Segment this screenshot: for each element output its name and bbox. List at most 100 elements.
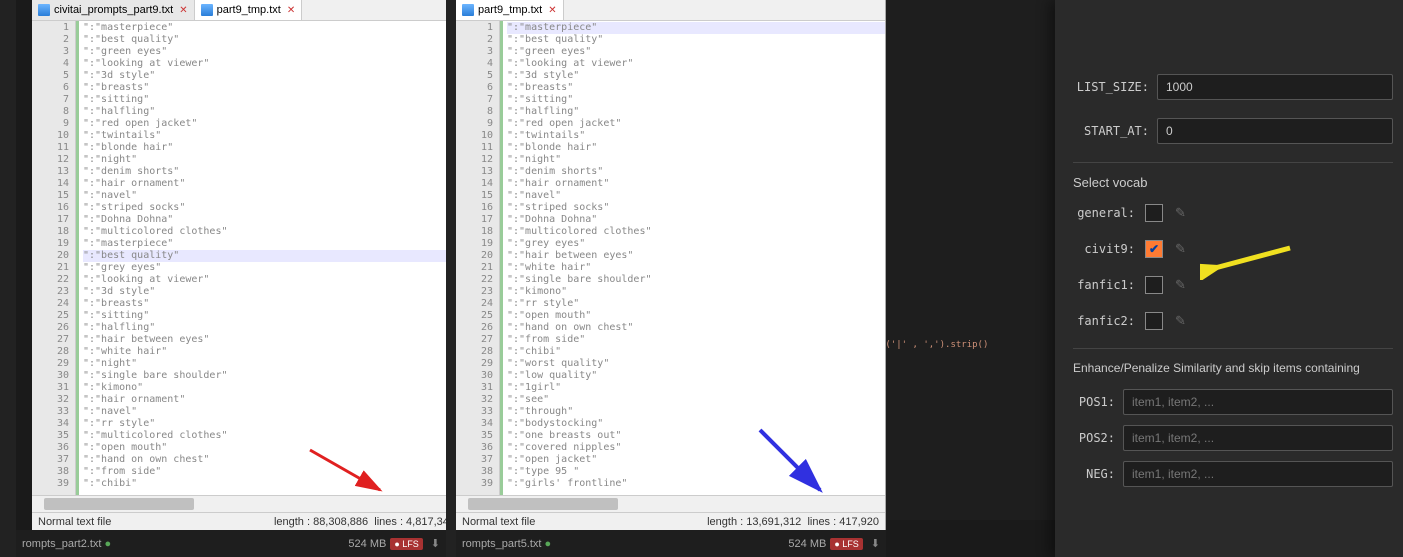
code-line[interactable]: ":"3d style" [83,70,461,82]
pencil-icon[interactable]: ✎ [1175,205,1191,221]
code-line[interactable]: ":"navel" [83,406,461,418]
code-lines[interactable]: ":"masterpiece"":"best quality"":"green … [76,21,461,495]
code-line[interactable]: ":"twintails" [507,130,885,142]
horizontal-scrollbar[interactable] [456,495,885,512]
code-line[interactable]: ":"looking at viewer" [507,58,885,70]
code-line[interactable]: ":"denim shorts" [83,166,461,178]
code-line[interactable]: ":"twintails" [83,130,461,142]
code-line[interactable]: ":"white hair" [507,262,885,274]
code-line[interactable]: ":"from side" [507,334,885,346]
code-line[interactable]: ":"red open jacket" [83,118,461,130]
code-line[interactable]: ":"chibi" [83,478,461,490]
similarity-input[interactable] [1123,461,1393,487]
code-line[interactable]: ":"sitting" [83,94,461,106]
code-line[interactable]: ":"breasts" [83,298,461,310]
code-line[interactable]: ":"kimono" [83,382,461,394]
code-line[interactable]: ":"hair ornament" [507,178,885,190]
code-line[interactable]: ":"open mouth" [507,310,885,322]
code-line[interactable]: ":"multicolored clothes" [83,430,461,442]
code-line[interactable]: ":"masterpiece" [83,22,461,34]
code-line[interactable]: ":"navel" [83,190,461,202]
similarity-input[interactable] [1123,425,1393,451]
code-line[interactable]: ":"grey eyes" [83,262,461,274]
code-line[interactable]: ":"bodystocking" [507,418,885,430]
code-line[interactable]: ":"3d style" [83,286,461,298]
code-line[interactable]: ":"masterpiece" [83,238,461,250]
code-line[interactable]: ":"low quality" [507,370,885,382]
file-tab[interactable]: civitai_prompts_part9.txt✕ [32,0,195,20]
code-line[interactable]: ":"green eyes" [83,46,461,58]
scrollbar-thumb[interactable] [44,498,194,510]
close-icon[interactable]: ✕ [287,5,295,16]
code-line[interactable]: ":"hair ornament" [83,178,461,190]
code-line[interactable]: ":"hand on own chest" [83,454,461,466]
code-line[interactable]: ":"looking at viewer" [83,58,461,70]
code-line[interactable]: ":"multicolored clothes" [83,226,461,238]
code-line[interactable]: ":"Dohna Dohna" [83,214,461,226]
code-line[interactable]: ":"see" [507,394,885,406]
scrollbar-thumb[interactable] [468,498,618,510]
code-line[interactable]: ":"single bare shoulder" [83,370,461,382]
code-line[interactable]: ":"best quality" [83,250,461,262]
code-line[interactable]: ":"hair ornament" [83,394,461,406]
code-line[interactable]: ":"night" [83,358,461,370]
code-line[interactable]: ":"open jacket" [507,454,885,466]
download-icon[interactable]: ⬇ [871,537,880,550]
similarity-input[interactable] [1123,389,1393,415]
code-line[interactable]: ":"halfling" [507,106,885,118]
code-line[interactable]: ":"striped socks" [83,202,461,214]
file-tab[interactable]: part9_tmp.txt✕ [456,0,564,20]
code-line[interactable]: ":"breasts" [83,82,461,94]
file-tab[interactable]: part9_tmp.txt✕ [195,0,303,20]
vocab-checkbox[interactable] [1145,312,1163,330]
pencil-icon[interactable]: ✎ [1175,241,1191,257]
code-line[interactable]: ":"worst quality" [507,358,885,370]
code-line[interactable]: ":"one breasts out" [507,430,885,442]
code-line[interactable]: ":"red open jacket" [507,118,885,130]
horizontal-scrollbar[interactable] [32,495,461,512]
code-line[interactable]: ":"sitting" [83,310,461,322]
code-line[interactable]: ":"rr style" [507,298,885,310]
close-icon[interactable]: ✕ [179,5,187,16]
code-line[interactable]: ":"sitting" [507,94,885,106]
code-line[interactable]: ":"denim shorts" [507,166,885,178]
code-line[interactable]: ":"navel" [507,190,885,202]
code-line[interactable]: ":"hair between eyes" [507,250,885,262]
code-line[interactable]: ":"hand on own chest" [507,322,885,334]
code-line[interactable]: ":"chibi" [507,346,885,358]
download-icon[interactable]: ⬇ [431,537,440,550]
code-line[interactable]: ":"best quality" [507,34,885,46]
code-line[interactable]: ":"type 95 " [507,466,885,478]
code-line[interactable]: ":"girls' frontline" [507,478,885,490]
close-icon[interactable]: ✕ [548,5,556,16]
code-line[interactable]: ":"night" [507,154,885,166]
code-line[interactable]: ":"night" [83,154,461,166]
code-line[interactable]: ":"white hair" [83,346,461,358]
vocab-checkbox[interactable] [1145,276,1163,294]
code-line[interactable]: ":"masterpiece" [507,22,885,34]
code-line[interactable]: ":"Dohna Dohna" [507,214,885,226]
code-line[interactable]: ":"3d style" [507,70,885,82]
start-at-input[interactable] [1157,118,1393,144]
code-line[interactable]: ":"blonde hair" [83,142,461,154]
code-line[interactable]: ":"multicolored clothes" [507,226,885,238]
code-line[interactable]: ":"through" [507,406,885,418]
list-size-input[interactable] [1157,74,1393,100]
code-line[interactable]: ":"best quality" [83,34,461,46]
code-line[interactable]: ":"looking at viewer" [83,274,461,286]
code-line[interactable]: ":"1girl" [507,382,885,394]
code-line[interactable]: ":"open mouth" [83,442,461,454]
code-line[interactable]: ":"blonde hair" [507,142,885,154]
code-line[interactable]: ":"from side" [83,466,461,478]
pencil-icon[interactable]: ✎ [1175,277,1191,293]
code-line[interactable]: ":"rr style" [83,418,461,430]
code-area[interactable]: 1234567891011121314151617181920212223242… [456,21,885,495]
code-line[interactable]: ":"halfling" [83,106,461,118]
code-line[interactable]: ":"green eyes" [507,46,885,58]
code-line[interactable]: ":"hair between eyes" [83,334,461,346]
code-line[interactable]: ":"single bare shoulder" [507,274,885,286]
code-line[interactable]: ":"breasts" [507,82,885,94]
code-lines[interactable]: ":"masterpiece"":"best quality"":"green … [500,21,885,495]
code-line[interactable]: ":"covered nipples" [507,442,885,454]
vocab-checkbox[interactable] [1145,204,1163,222]
